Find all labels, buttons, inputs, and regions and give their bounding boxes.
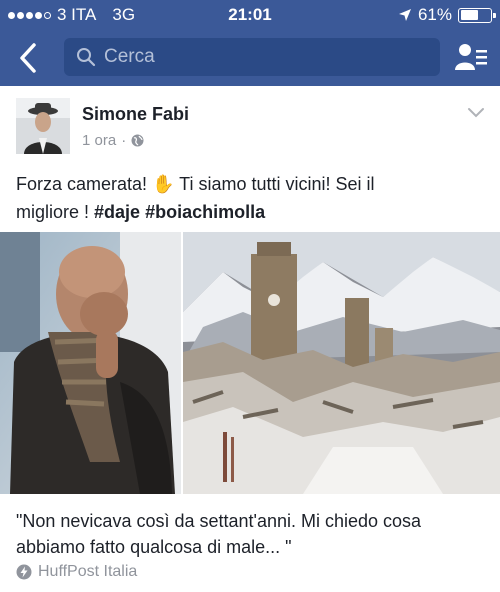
waving-hand-icon: ✋ bbox=[152, 174, 175, 194]
post-time[interactable]: 1 ora bbox=[82, 132, 116, 149]
meta-separator: · bbox=[121, 132, 127, 149]
hashtag-boiachimolla[interactable]: #boiachimolla bbox=[145, 202, 265, 222]
back-button[interactable] bbox=[14, 40, 44, 76]
link-preview-images[interactable] bbox=[0, 232, 500, 494]
post-text-part: Forza camerata! bbox=[16, 174, 148, 194]
post-header: Simone Fabi 1 ora · bbox=[0, 86, 500, 166]
link-preview[interactable]: "Non nevicava così da settant'anni. Mi c… bbox=[0, 494, 500, 592]
status-right: 61% bbox=[398, 5, 496, 25]
post-author[interactable]: Simone Fabi bbox=[82, 104, 189, 125]
hashtag-daje[interactable]: #daje bbox=[94, 202, 140, 222]
status-bar: 3 ITA 3G 21:01 61% bbox=[0, 0, 500, 30]
post-text-part: migliore ! bbox=[16, 202, 95, 222]
location-arrow-icon bbox=[398, 9, 411, 21]
battery-icon bbox=[458, 7, 496, 23]
battery-percent: 61% bbox=[417, 5, 452, 24]
post-text: Forza camerata! ✋ Ti siamo tutti vicini!… bbox=[16, 170, 486, 226]
post-options-chevron-icon[interactable] bbox=[466, 106, 486, 120]
avatar-image bbox=[16, 98, 70, 154]
friend-requests-button[interactable] bbox=[454, 42, 488, 72]
app-header: 3 ITA 3G 21:01 61% Cerca bbox=[0, 0, 500, 86]
nav-row: Cerca bbox=[0, 36, 500, 80]
post-text-line-1: Forza camerata! ✋ Ti siamo tutti vicini!… bbox=[16, 170, 486, 198]
link-image-earthquake-ruins bbox=[183, 232, 500, 494]
avatar[interactable] bbox=[16, 98, 70, 154]
search-icon bbox=[77, 48, 96, 67]
link-title[interactable]: "Non nevicava così da settant'anni. Mi c… bbox=[16, 508, 486, 560]
link-image-man-crying bbox=[0, 232, 181, 494]
globe-icon bbox=[131, 134, 144, 147]
post-text-part: Ti siamo tutti vicini! Sei il bbox=[174, 174, 375, 194]
post-text-line-2: migliore ! #daje #boiachimolla bbox=[16, 198, 486, 226]
link-source-name: HuffPost Italia bbox=[38, 563, 138, 580]
link-source: HuffPost Italia bbox=[16, 563, 137, 581]
lightning-bolt-icon bbox=[16, 564, 32, 580]
post-meta: 1 ora · bbox=[82, 132, 144, 149]
search-placeholder: Cerca bbox=[104, 46, 155, 67]
search-input[interactable]: Cerca bbox=[64, 38, 440, 76]
